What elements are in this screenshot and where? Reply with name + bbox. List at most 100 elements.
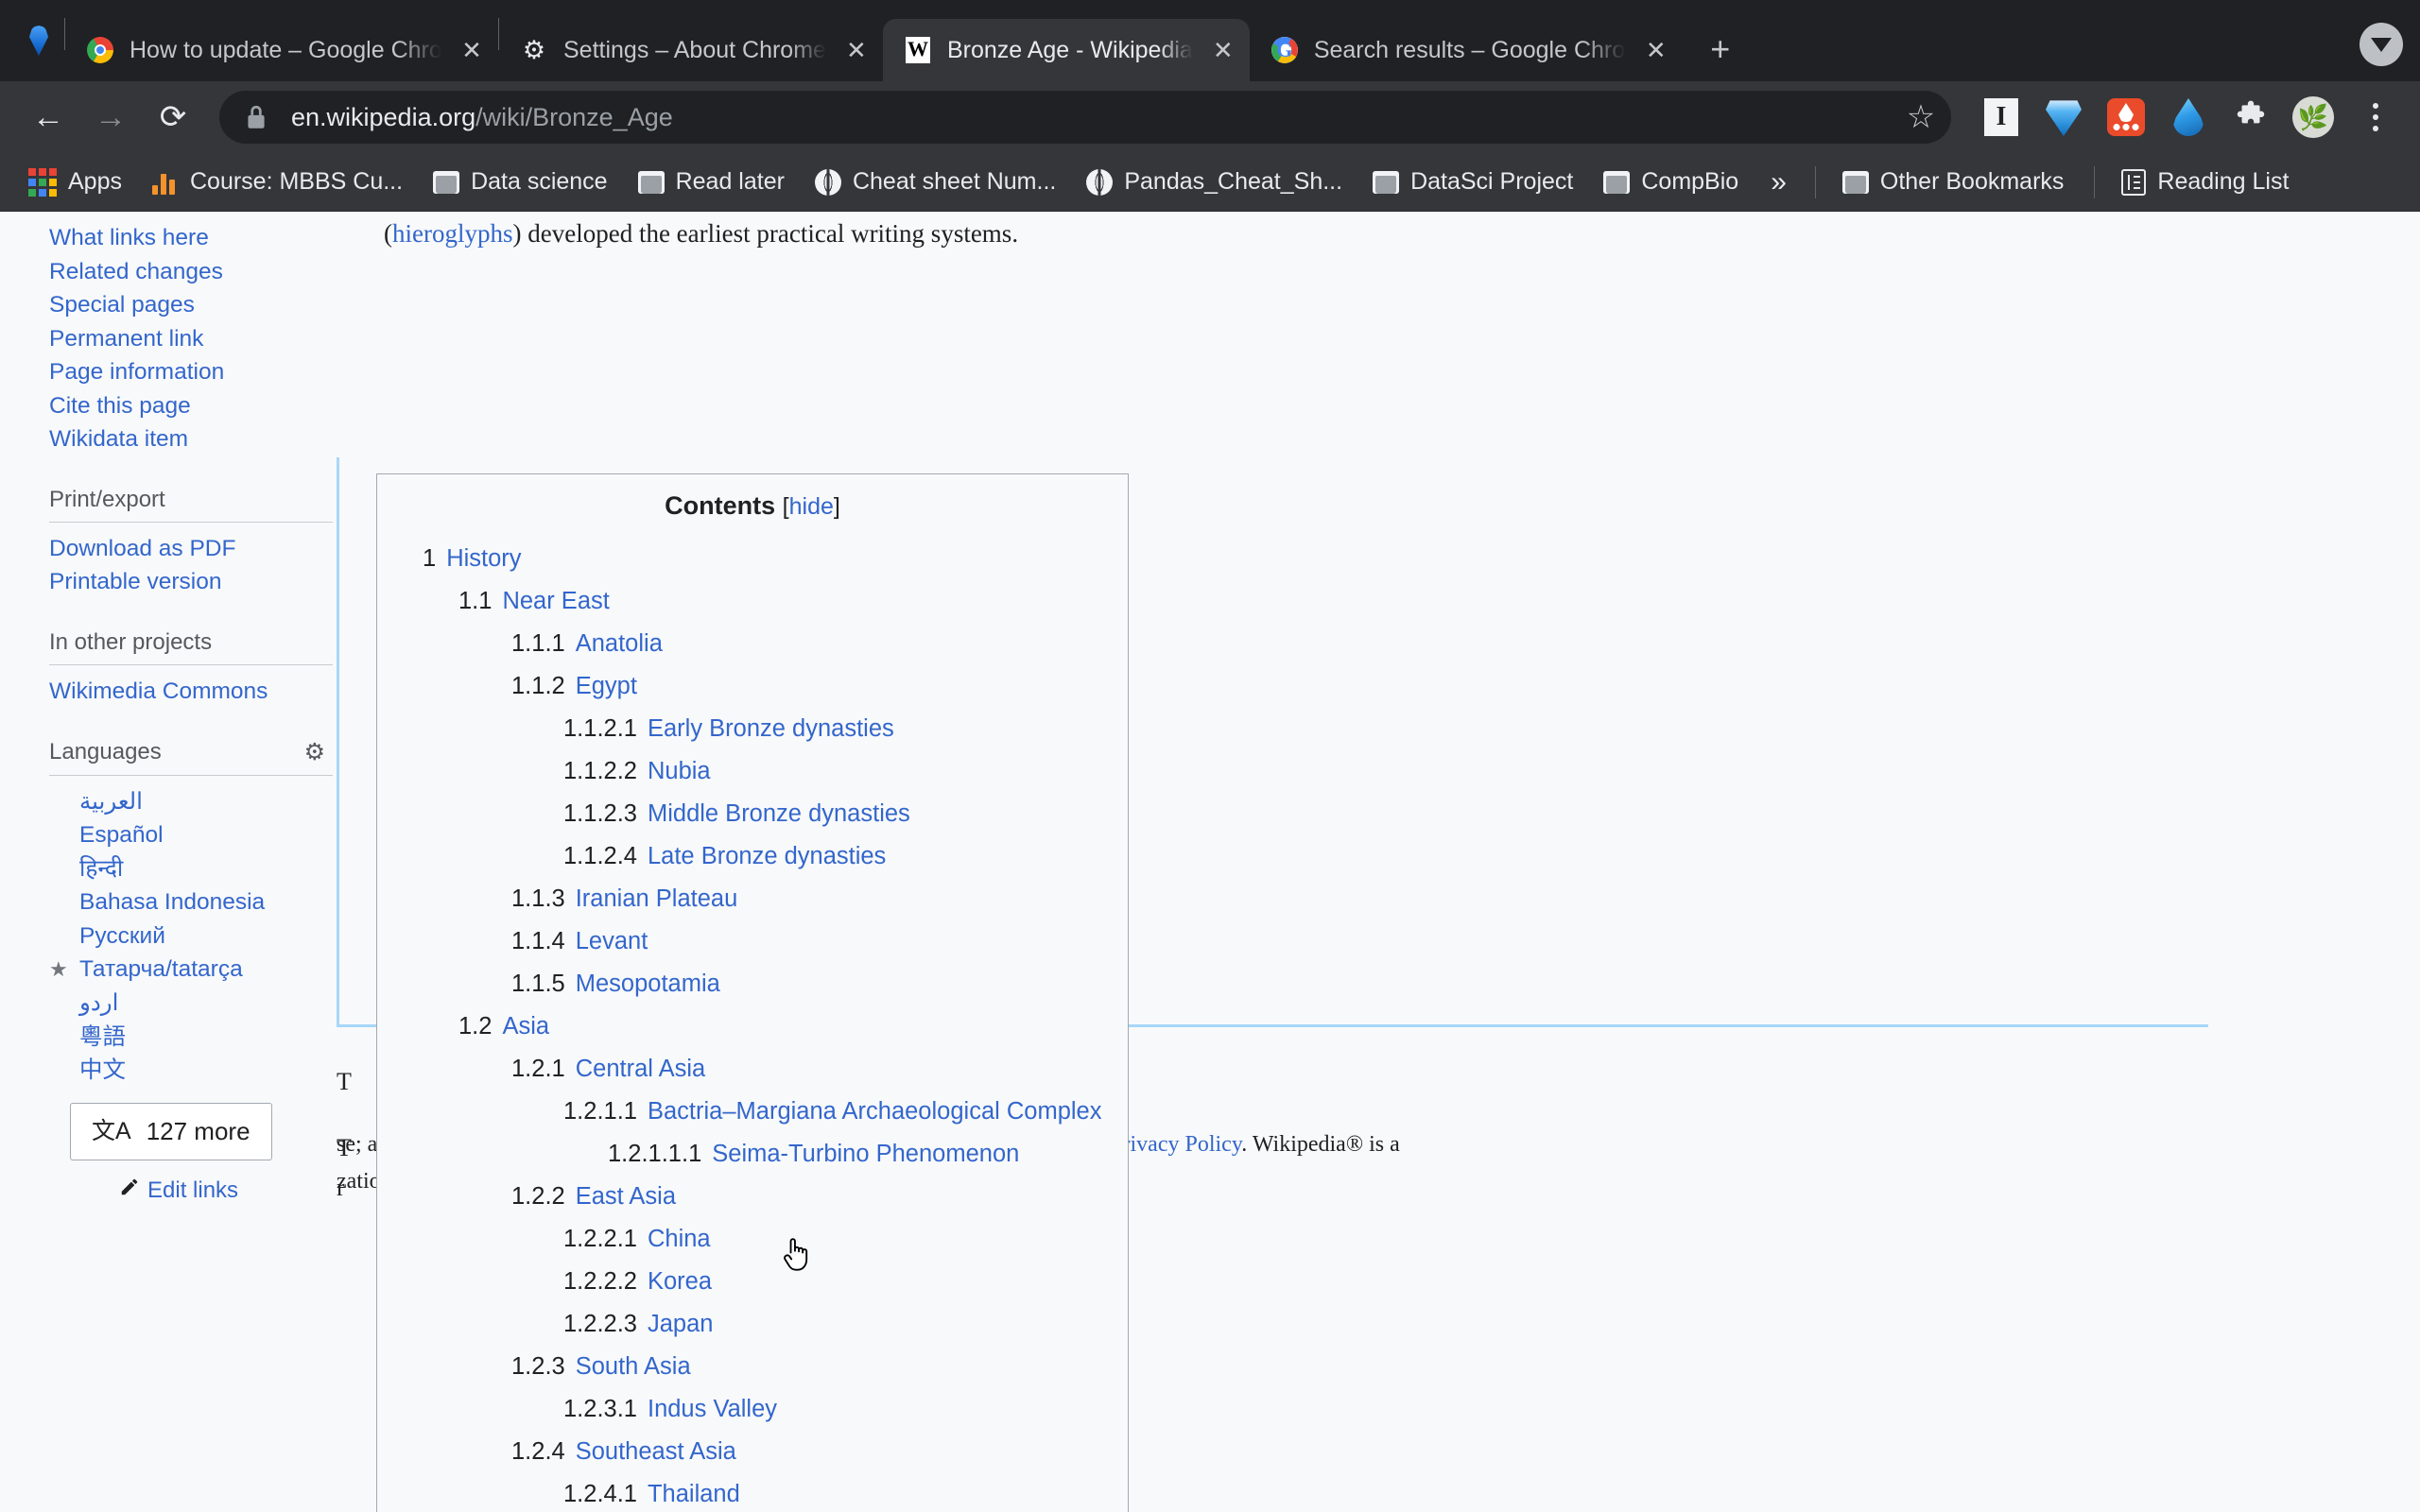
toc-link[interactable]: Middle Bronze dynasties <box>648 800 910 827</box>
toc-link[interactable]: East Asia <box>576 1183 676 1210</box>
tab-how-to-update[interactable]: How to update – Google Chrome ✕ <box>65 19 498 81</box>
language-label[interactable]: 粵語 <box>79 1022 126 1054</box>
tab-search-chevron-down-icon[interactable] <box>2360 23 2403 66</box>
tab-bronze-age-wikipedia[interactable]: W Bronze Age - Wikipedia ✕ <box>882 19 1250 81</box>
toc-item-seima-turbino[interactable]: 1.2.1.1.1 Seima-Turbino Phenomenon <box>409 1141 1096 1168</box>
tab-search-results[interactable]: G Search results – Google Chrome ✕ <box>1250 19 1683 81</box>
toc-item-south-asia[interactable]: 1.2.3 South Asia <box>409 1353 1096 1381</box>
sidebar-item-page-information[interactable]: Page information <box>49 355 333 389</box>
more-languages-button[interactable]: 文A 127 more <box>70 1102 272 1161</box>
toc-link[interactable]: Mesopotamia <box>576 971 720 997</box>
language-item-arabic[interactable]: العربية <box>49 785 333 819</box>
language-item-chinese[interactable]: 中文 <box>49 1054 333 1088</box>
toc-link[interactable]: Early Bronze dynasties <box>648 715 894 742</box>
privacy-policy-link[interactable]: Privacy Policy <box>1110 1132 1241 1157</box>
language-item-hindi[interactable]: हिन्दी <box>49 852 333 886</box>
sidebar-link-label[interactable]: What links here <box>49 222 333 254</box>
instapaper-extension-icon[interactable]: I <box>1974 90 2029 145</box>
language-item-urdu[interactable]: اردو <box>49 987 333 1021</box>
language-label[interactable]: हिन्दी <box>79 853 123 885</box>
language-label[interactable]: Español <box>79 819 164 851</box>
toc-item-east-asia[interactable]: 1.2.2 East Asia <box>409 1183 1096 1211</box>
toc-link[interactable]: Korea <box>648 1268 712 1295</box>
toc-item-southeast-asia[interactable]: 1.2.4 Southeast Asia <box>409 1438 1096 1466</box>
language-item-espanol[interactable]: Español <box>49 818 333 852</box>
language-label[interactable]: العربية <box>79 786 143 818</box>
bookmark-datasci-project[interactable]: DataSci Project <box>1359 163 1586 201</box>
toc-link[interactable]: China <box>648 1226 711 1252</box>
reload-button[interactable]: ⟳ <box>142 86 204 148</box>
toc-link[interactable]: Asia <box>502 1013 549 1040</box>
diamond-extension-icon[interactable] <box>2036 90 2091 145</box>
sidebar-item-what-links-here[interactable]: What links here <box>49 221 333 255</box>
sidebar-link-label[interactable]: Related changes <box>49 256 333 288</box>
toc-link[interactable]: South Asia <box>576 1353 691 1380</box>
forward-button[interactable]: → <box>79 86 142 148</box>
language-item-bahasa-indonesia[interactable]: Bahasa Indonesia <box>49 885 333 919</box>
bookmarks-overflow-button[interactable]: » <box>1755 163 1802 202</box>
toc-item-thailand[interactable]: 1.2.4.1 Thailand <box>409 1481 1096 1508</box>
language-item-cantonese[interactable]: 粵語 <box>49 1021 333 1055</box>
bookmark-course-mbbs[interactable]: Course: MBBS Cu... <box>139 163 416 201</box>
lock-icon[interactable] <box>244 103 268 131</box>
sidebar-item-cite-this-page[interactable]: Cite this page <box>49 389 333 423</box>
sidebar-item-wikidata-item[interactable]: Wikidata item <box>49 422 333 456</box>
toc-link[interactable]: History <box>446 545 521 572</box>
toc-item-nubia[interactable]: 1.1.2.2 Nubia <box>409 758 1096 785</box>
toc-item-korea[interactable]: 1.2.2.2 Korea <box>409 1268 1096 1296</box>
sidebar-item-wikimedia-commons[interactable]: Wikimedia Commons <box>49 675 333 709</box>
sidebar-link-label[interactable]: Wikimedia Commons <box>49 676 333 708</box>
sidebar-item-printable-version[interactable]: Printable version <box>49 565 333 599</box>
profile-avatar[interactable]: 🌿 <box>2286 90 2341 145</box>
toc-link[interactable]: Iranian Plateau <box>576 885 738 912</box>
language-settings-gear-icon[interactable]: ⚙ <box>304 736 325 768</box>
sidebar-item-related-changes[interactable]: Related changes <box>49 255 333 289</box>
back-button[interactable]: ← <box>17 86 79 148</box>
sidebar-link-label[interactable]: Special pages <box>49 289 333 321</box>
language-label[interactable]: 中文 <box>79 1055 126 1087</box>
sidebar-link-label[interactable]: Permanent link <box>49 323 333 355</box>
toc-link[interactable]: Bactria–Margiana Archaeological Complex <box>648 1098 1102 1125</box>
sidebar-item-special-pages[interactable]: Special pages <box>49 288 333 322</box>
toc-link[interactable]: Egypt <box>576 673 637 699</box>
language-label[interactable]: Bahasa Indonesia <box>79 886 265 919</box>
hieroglyphs-link[interactable]: hieroglyphs <box>392 219 513 248</box>
toc-item-iranian-plateau[interactable]: 1.1.3 Iranian Plateau <box>409 885 1096 913</box>
toc-link[interactable]: Near East <box>502 588 609 614</box>
toc-link[interactable]: Japan <box>648 1311 713 1337</box>
toc-item-japan[interactable]: 1.2.2.3 Japan <box>409 1311 1096 1338</box>
toc-link[interactable]: Central Asia <box>576 1056 706 1082</box>
toc-item-china[interactable]: 1.2.2.1 China <box>409 1226 1096 1253</box>
toc-item-egypt[interactable]: 1.1.2 Egypt <box>409 673 1096 700</box>
new-tab-button[interactable]: + <box>1694 23 1747 76</box>
bookmark-star-icon[interactable]: ☆ <box>1893 89 1949 146</box>
toc-item-near-east[interactable]: 1.1 Near East <box>409 588 1096 615</box>
toc-item-history[interactable]: 1 History <box>409 545 1096 573</box>
close-icon[interactable]: ✕ <box>843 36 870 64</box>
toc-link[interactable]: Thailand <box>648 1481 740 1507</box>
language-label[interactable]: Татарча/tatarça <box>79 954 243 986</box>
fire-extension-icon[interactable] <box>2099 90 2153 145</box>
sidebar-link-label[interactable]: Cite this page <box>49 390 333 422</box>
edit-links-button[interactable]: Edit links <box>49 1176 333 1207</box>
sidebar-item-download-as-pdf[interactable]: Download as PDF <box>49 532 333 566</box>
puzzle-extensions-icon[interactable] <box>2223 90 2278 145</box>
sidebar-link-label[interactable]: Download as PDF <box>49 533 333 565</box>
address-bar[interactable]: en.wikipedia.org/wiki/Bronze_Age <box>219 91 1951 144</box>
toc-item-late-bronze-dynasties[interactable]: 1.1.2.4 Late Bronze dynasties <box>409 843 1096 870</box>
droplet-extension-icon[interactable] <box>2161 90 2216 145</box>
toc-link[interactable]: Nubia <box>648 758 711 784</box>
close-icon[interactable]: ✕ <box>1210 36 1236 64</box>
chrome-menu-icon[interactable] <box>2348 90 2403 145</box>
toc-item-anatolia[interactable]: 1.1.1 Anatolia <box>409 630 1096 658</box>
toc-link[interactable]: Anatolia <box>576 630 663 657</box>
language-item-tatar[interactable]: ★ Татарча/tatarça <box>49 953 333 987</box>
tab-settings-about-chrome[interactable]: ⚙ Settings – About Chrome ✕ <box>499 19 883 81</box>
toc-link[interactable]: Levant <box>576 928 648 954</box>
bookmark-pandas-cheat-sheet[interactable]: Pandas_Cheat_Sh... <box>1073 163 1356 201</box>
toc-item-asia[interactable]: 1.2 Asia <box>409 1013 1096 1040</box>
bookmark-apps[interactable]: Apps <box>15 163 135 202</box>
toc-hide-link[interactable]: hide <box>789 493 834 520</box>
toc-item-middle-bronze-dynasties[interactable]: 1.1.2.3 Middle Bronze dynasties <box>409 800 1096 828</box>
language-label[interactable]: Русский <box>79 920 165 953</box>
